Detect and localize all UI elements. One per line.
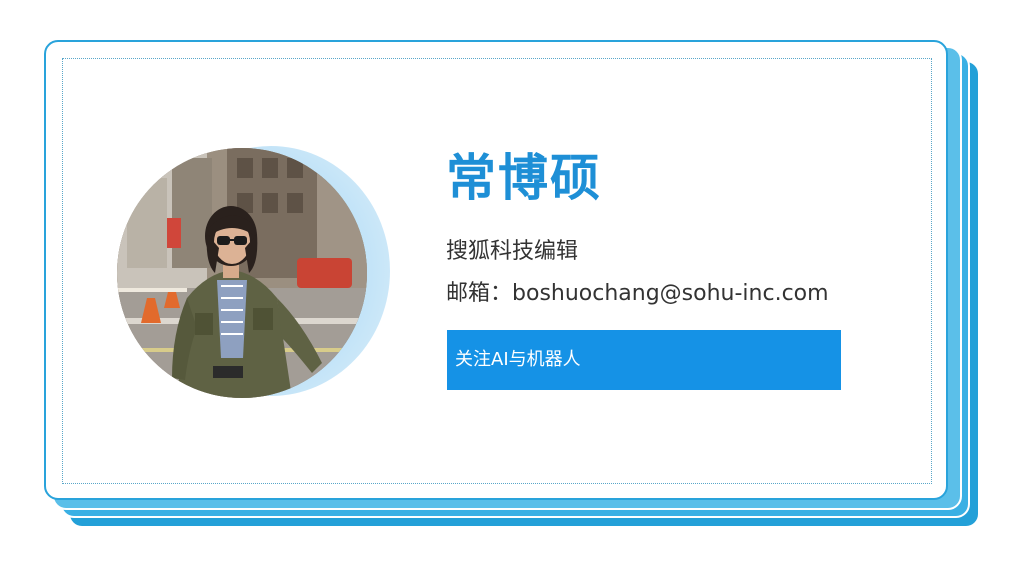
avatar [117,148,367,398]
author-name: 常博硕 [446,149,602,207]
author-card-stage: 常博硕 搜狐科技编辑 邮箱：boshuochang@sohu-inc.com 关… [0,0,1024,568]
email-line: 邮箱：boshuochang@sohu-inc.com [446,278,829,310]
email-label: 邮箱： [446,281,513,306]
email-address[interactable]: boshuochang@sohu-inc.com [512,281,829,306]
profile-photo-icon [117,148,367,398]
author-role: 搜狐科技编辑 [446,239,579,264]
follow-button[interactable]: 关注AI与机器人 [447,330,841,390]
